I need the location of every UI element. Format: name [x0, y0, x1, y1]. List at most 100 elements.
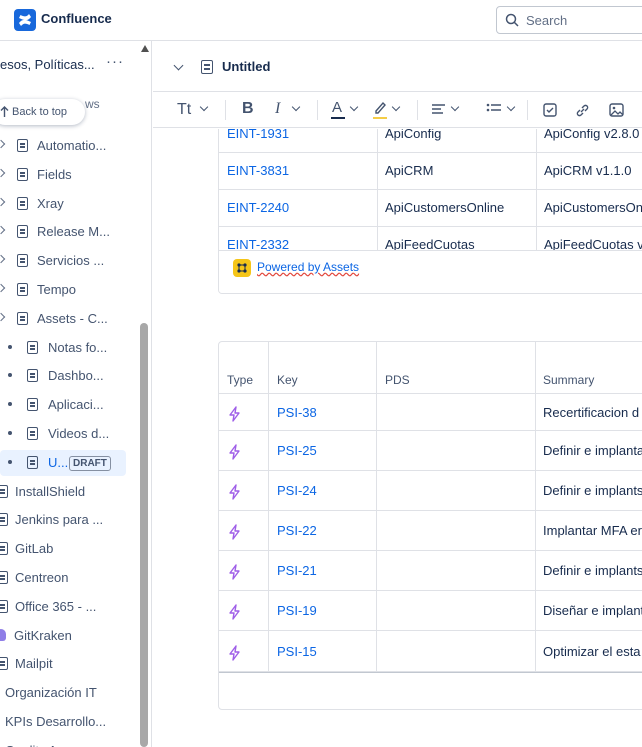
text-color-dropdown[interactable]: A: [331, 99, 367, 120]
chevron-right-icon[interactable]: [0, 168, 6, 178]
powered-by-assets-link[interactable]: Powered by Assets: [257, 260, 359, 274]
sidebar-item[interactable]: Office 365 - ...: [0, 594, 138, 620]
sidebar-item[interactable]: Dashbo...: [0, 363, 138, 389]
table-row: PSI-15 Optimizar el esta: [219, 631, 642, 672]
more-actions-icon[interactable]: ···: [106, 53, 124, 70]
epic-type-icon: [229, 524, 240, 540]
asset-key-link[interactable]: EINT-3831: [227, 163, 289, 178]
editor-toolbar: Tt B I A: [153, 92, 642, 128]
sidebar-item[interactable]: Organización IT: [0, 680, 138, 706]
sidebar-item[interactable]: Servicios ...: [0, 248, 138, 274]
chevron-down-icon: [450, 102, 460, 112]
sidebar-item-label: Fields: [37, 167, 72, 182]
sidebar-item[interactable]: GitLab: [0, 536, 138, 562]
page-icon: [0, 571, 8, 584]
epic-type-icon: [229, 645, 240, 661]
scroll-up-arrow-icon[interactable]: [141, 45, 149, 52]
sidebar-item-label: Dashbo...: [48, 368, 104, 383]
asset-key-link[interactable]: EINT-2240: [227, 200, 289, 215]
sidebar-item[interactable]: GitKraken: [0, 623, 138, 649]
chevron-right-icon[interactable]: [0, 254, 6, 264]
sidebar-item[interactable]: Videos d...: [0, 421, 138, 447]
image-button[interactable]: [609, 100, 625, 120]
sidebar-item-label: Quality Assuran...: [5, 743, 107, 747]
sidebar-item[interactable]: Fields: [0, 162, 138, 188]
sidebar-item[interactable]: Release M...: [0, 219, 138, 245]
assets-logo-icon: [233, 259, 251, 277]
issue-key-link[interactable]: PSI-38: [277, 405, 317, 420]
sidebar-item[interactable]: Xray: [0, 191, 138, 217]
page-icon: [27, 427, 38, 440]
task-button[interactable]: [543, 100, 559, 120]
issue-summary: Definir e implanta: [543, 443, 642, 458]
bold-button[interactable]: B: [241, 100, 259, 120]
sidebar-item[interactable]: Aplicaci...: [0, 392, 138, 418]
chevron-right-icon[interactable]: [0, 283, 6, 293]
sidebar-item[interactable]: U... DRAFT: [0, 450, 126, 476]
chevron-right-icon[interactable]: [0, 225, 6, 235]
table-row: PSI-22 Implantar MFA er: [219, 511, 642, 551]
sidebar-item[interactable]: Notas fo...: [0, 335, 138, 361]
chevron-down-icon: [391, 102, 401, 112]
chevron-right-icon[interactable]: [0, 197, 6, 207]
epic-type-icon: [229, 564, 240, 580]
sidebar-item-label: InstallShield: [15, 484, 86, 499]
toolbar-divider: [417, 100, 418, 120]
sidebar-item[interactable]: Centreon: [0, 565, 138, 591]
issue-key-link[interactable]: PSI-24: [277, 483, 317, 498]
column-divider: [536, 129, 537, 250]
column-header-key[interactable]: Key: [277, 373, 298, 387]
column-header-pds[interactable]: PDS: [385, 373, 410, 387]
issue-summary: Definir e implants: [543, 483, 642, 498]
sidebar-item[interactable]: KPIs Desarrollo...: [0, 709, 138, 735]
highlighter-icon: [375, 101, 386, 114]
alignment-dropdown[interactable]: [431, 100, 463, 120]
bullet-icon: [8, 431, 12, 435]
toolbar-divider: [527, 100, 528, 120]
sidebar-item[interactable]: InstallShield: [0, 479, 138, 505]
issue-key-link[interactable]: PSI-21: [277, 563, 317, 578]
search-icon: [505, 13, 519, 27]
sidebar-item[interactable]: Automatio...: [0, 133, 138, 159]
space-title[interactable]: esos, Políticas...: [0, 57, 95, 72]
issue-summary: Recertificacion d: [543, 405, 640, 420]
column-header-summary[interactable]: Summary: [543, 373, 594, 387]
column-header-type[interactable]: Type: [227, 373, 253, 387]
scrollbar-thumb[interactable]: [140, 323, 148, 747]
issue-key-link[interactable]: PSI-19: [277, 603, 317, 618]
issue-summary: Diseñar e implant: [543, 603, 642, 618]
sidebar-item-label: Automatio...: [37, 138, 107, 153]
link-button[interactable]: [575, 100, 591, 120]
chevron-right-icon[interactable]: [0, 312, 6, 322]
sidebar-item[interactable]: Tempo: [0, 277, 138, 303]
page-icon: [27, 398, 38, 411]
issue-key-link[interactable]: PSI-15: [277, 644, 317, 659]
page-icon: [0, 600, 8, 613]
issue-key-link[interactable]: PSI-25: [277, 443, 317, 458]
table-row: PSI-21 Definir e implants: [219, 551, 642, 591]
sidebar-item[interactable]: Jenkins para ...: [0, 507, 138, 533]
chevron-right-icon[interactable]: [0, 139, 6, 149]
checkbox-icon: [543, 103, 557, 117]
toolbar-divider: [225, 100, 226, 120]
list-dropdown[interactable]: [486, 100, 518, 120]
collapse-chevron-icon[interactable]: [173, 60, 184, 71]
sidebar-scrollbar[interactable]: [140, 45, 149, 747]
arrow-up-icon: [0, 106, 9, 117]
draft-badge: DRAFT: [69, 456, 111, 471]
page-icon: [0, 513, 8, 526]
issue-key-link[interactable]: PSI-22: [277, 523, 317, 538]
column-divider: [268, 342, 269, 672]
back-to-top-button[interactable]: Back to top: [0, 99, 85, 125]
sidebar-item[interactable]: Quality Assuran...: [0, 738, 138, 747]
search-input[interactable]: Search: [496, 6, 642, 34]
app-title[interactable]: Confluence: [41, 11, 112, 26]
page-title[interactable]: Untitled: [222, 59, 270, 74]
asset-key-link[interactable]: EINT-1931: [227, 129, 289, 141]
sidebar-item[interactable]: Assets - C...: [0, 306, 138, 332]
sidebar-item[interactable]: Mailpit: [0, 651, 138, 677]
confluence-logo-icon[interactable]: [14, 9, 36, 31]
highlight-dropdown[interactable]: [373, 100, 409, 120]
italic-dropdown[interactable]: I: [273, 100, 309, 120]
text-style-dropdown[interactable]: Tt: [177, 100, 213, 120]
